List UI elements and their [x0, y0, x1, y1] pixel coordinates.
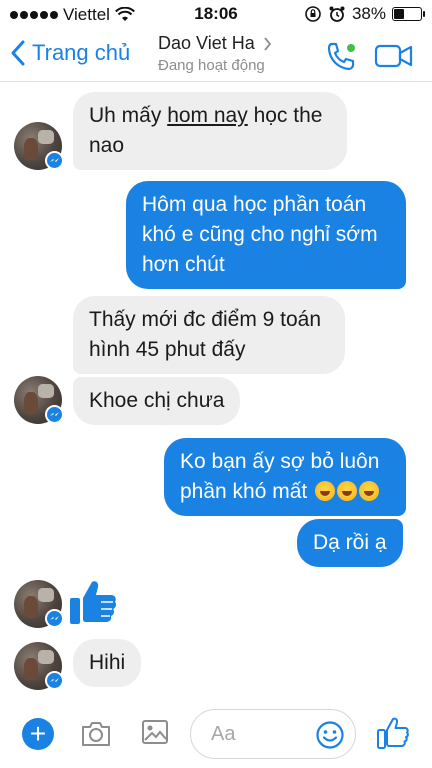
message-bubble-outgoing[interactable]: Dạ rồi ạ [297, 519, 403, 567]
status-bar: Viettel 18:06 38% [0, 0, 432, 30]
message-text: Uh mấy hom nay học the nao [89, 104, 323, 157]
message-text: Dạ rồi ạ [313, 531, 387, 554]
messenger-badge-icon [45, 609, 64, 628]
battery-icon [392, 7, 425, 21]
contact-info[interactable]: Dao Viet Ha Đang hoạt động [158, 33, 272, 74]
message-input[interactable]: Aa [190, 709, 356, 759]
message-text: Khoe chị chưa [89, 389, 225, 412]
messenger-badge-icon [45, 671, 64, 690]
message-composer: + Aa [0, 700, 432, 768]
message-text: Hihi [89, 651, 126, 674]
message-text: Hôm qua học phần toán khó e cũng cho ngh… [142, 193, 378, 276]
messenger-badge-icon [45, 405, 64, 424]
messenger-badge-icon [45, 151, 64, 170]
message-input-placeholder: Aa [211, 723, 236, 745]
contact-name: Dao Viet Ha [158, 33, 255, 53]
camera-button[interactable] [80, 720, 112, 748]
camera-icon [82, 722, 110, 746]
alarm-icon [329, 6, 345, 22]
image-icon [142, 720, 168, 744]
status-right: 38% [304, 4, 425, 24]
message-text: Ko bạn ấy sợ bỏ luôn phần khó mất [180, 450, 380, 503]
message-bubble-incoming[interactable]: Khoe chị chưa [73, 377, 241, 425]
plus-icon: + [29, 718, 47, 749]
battery-percent: 38% [351, 4, 386, 23]
thumbs-up-icon [377, 717, 409, 749]
chevron-right-icon [264, 36, 271, 51]
video-camera-icon [374, 44, 413, 68]
message-bubble-incoming[interactable]: Uh mấy hom nay học the nao [73, 92, 347, 170]
message-bubble-incoming[interactable]: Thấy mới đc điểm 9 toán hình 45 phut đấy [73, 296, 345, 374]
laughing-emoji-icon [337, 481, 358, 501]
contact-status: Đang hoạt động [158, 57, 265, 74]
laughing-emoji-icon [359, 481, 380, 501]
like-sticker[interactable] [68, 578, 118, 628]
conversation-header: Trang chủ Dao Viet Ha Đang hoạt động [0, 30, 432, 82]
more-actions-button[interactable]: + [22, 718, 54, 750]
back-label: Trang chủ [32, 40, 131, 65]
emoji-button[interactable] [315, 720, 345, 750]
message-bubble-outgoing[interactable]: Ko bạn ấy sợ bỏ luôn phần khó mất [164, 438, 406, 516]
back-button[interactable]: Trang chủ [10, 40, 130, 66]
orientation-lock-icon [305, 6, 321, 22]
thumbs-up-icon [70, 581, 117, 624]
send-like-button[interactable] [376, 716, 410, 750]
message-text: Thấy mới đc điểm 9 toán hình 45 phut đấy [89, 308, 322, 361]
message-bubble-incoming[interactable]: Hihi [73, 639, 142, 687]
gallery-button[interactable] [141, 718, 169, 746]
smile-icon [316, 721, 344, 749]
call-button[interactable] [324, 40, 358, 74]
chevron-left-icon [11, 40, 25, 66]
message-bubble-outgoing[interactable]: Hôm qua học phần toán khó e cũng cho ngh… [126, 181, 406, 289]
phone-icon [327, 42, 355, 71]
message-thread: Uh mấy hom nay học the nao Hôm qua học p… [0, 83, 432, 700]
video-call-button[interactable] [374, 42, 414, 72]
laughing-emoji-icon [315, 481, 336, 501]
